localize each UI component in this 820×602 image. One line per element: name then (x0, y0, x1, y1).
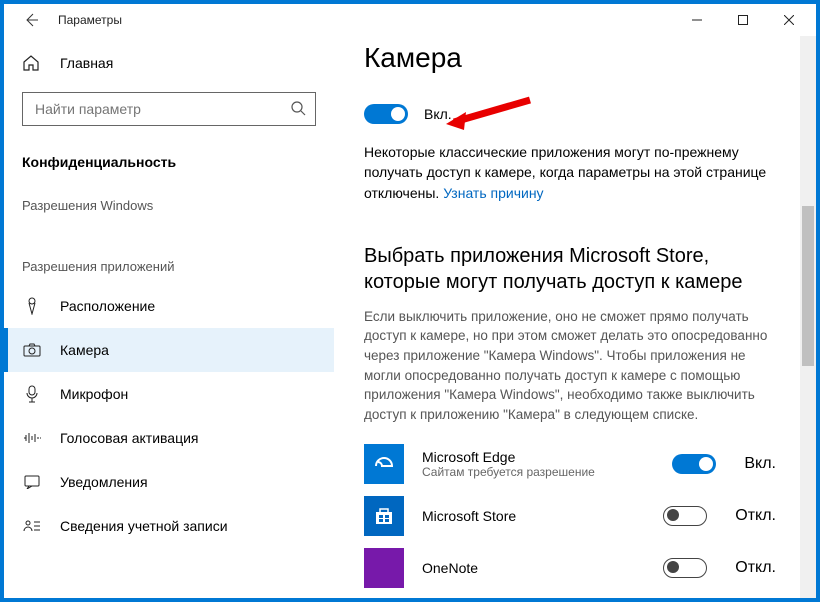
page-title: Камера (364, 42, 776, 74)
onenote-icon (364, 548, 404, 588)
home-label: Главная (60, 55, 113, 71)
app-row-edge: Microsoft Edge Сайтам требуется разрешен… (364, 438, 776, 490)
arrow-left-icon (23, 12, 39, 28)
scroll-thumb[interactable] (802, 206, 814, 366)
content-scroll[interactable]: Камера Вкл. Некоторые классические прило… (334, 36, 816, 598)
maximize-button[interactable] (720, 6, 766, 34)
camera-access-toggle[interactable] (364, 104, 408, 124)
minimize-icon (692, 15, 702, 25)
account-icon (22, 519, 42, 533)
sidebar-group-windows: Разрешения Windows (4, 184, 334, 223)
home-link[interactable]: Главная (4, 44, 334, 82)
sidebar-item-microphone[interactable]: Микрофон (4, 372, 334, 416)
close-button[interactable] (766, 6, 812, 34)
sidebar-item-location[interactable]: Расположение (4, 284, 334, 328)
app-toggle-edge[interactable] (672, 454, 716, 474)
edge-icon (364, 444, 404, 484)
back-button[interactable] (18, 7, 44, 33)
sidebar-item-notifications[interactable]: Уведомления (4, 460, 334, 504)
camera-icon (22, 343, 42, 357)
sidebar-item-camera[interactable]: Камера (4, 328, 334, 372)
search-wrap (22, 92, 316, 126)
app-row-onenote: OneNote Откл. (364, 542, 776, 594)
app-sub: Сайтам требуется разрешение (422, 465, 672, 479)
app-name: Microsoft Store (422, 508, 663, 524)
voice-icon (22, 431, 42, 445)
nav-label: Уведомления (60, 474, 148, 490)
store-icon (364, 496, 404, 536)
info-text: Некоторые классические приложения могут … (364, 144, 766, 201)
location-icon (22, 297, 42, 315)
home-icon (22, 54, 42, 72)
window-title: Параметры (58, 13, 122, 27)
main-toggle-row: Вкл. (364, 104, 776, 124)
notifications-icon (22, 475, 42, 489)
nav-label: Расположение (60, 298, 155, 314)
app-toggle-label: Откл. (735, 507, 776, 525)
app-toggle-onenote[interactable] (663, 558, 707, 578)
sidebar: Главная Конфиденциальность Разрешения Wi… (4, 36, 334, 598)
close-icon (784, 15, 794, 25)
sidebar-item-account[interactable]: Сведения учетной записи (4, 504, 334, 548)
maximize-icon (738, 15, 748, 25)
scrollbar[interactable] (800, 36, 816, 598)
nav-label: Камера (60, 342, 109, 358)
learn-why-link[interactable]: Узнать причину (443, 185, 543, 201)
settings-window: Параметры Главная Конфи (4, 4, 816, 598)
app-toggle-store[interactable] (663, 506, 707, 526)
app-name: Microsoft Edge (422, 449, 672, 465)
annotation-arrow-icon (442, 96, 532, 132)
minimize-button[interactable] (674, 6, 720, 34)
nav-label: Микрофон (60, 386, 128, 402)
content-area: Камера Вкл. Некоторые классические прило… (334, 36, 816, 598)
nav-label: Сведения учетной записи (60, 518, 228, 534)
app-name: OneNote (422, 560, 663, 576)
app-row-store: Microsoft Store Откл. (364, 490, 776, 542)
sidebar-section-privacy: Конфиденциальность (4, 140, 334, 184)
titlebar: Параметры (4, 4, 816, 36)
apps-section-title: Выбрать приложения Microsoft Store, кото… (364, 243, 776, 295)
info-paragraph: Некоторые классические приложения могут … (364, 142, 776, 203)
microphone-icon (22, 385, 42, 403)
app-toggle-label: Откл. (735, 559, 776, 577)
search-icon (290, 100, 306, 116)
nav-label: Голосовая активация (60, 430, 199, 446)
app-toggle-label: Вкл. (744, 455, 776, 473)
sidebar-item-voice[interactable]: Голосовая активация (4, 416, 334, 460)
search-input[interactable] (22, 92, 316, 126)
sidebar-group-apps: Разрешения приложений (4, 245, 334, 284)
apps-section-desc: Если выключить приложение, оно не сможет… (364, 307, 776, 424)
